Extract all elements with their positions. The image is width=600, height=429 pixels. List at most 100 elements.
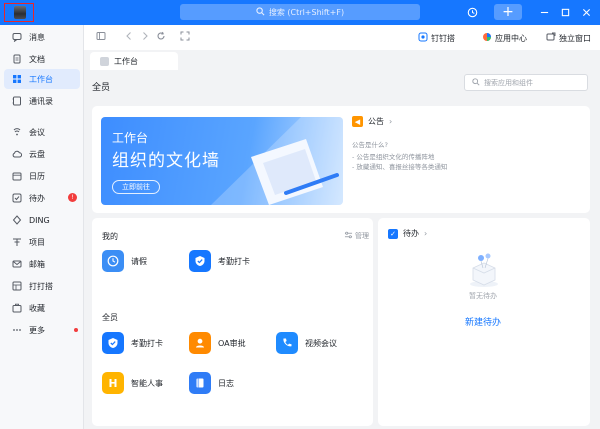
add-button[interactable]: +	[494, 4, 522, 20]
maximize-icon[interactable]	[557, 4, 573, 20]
todo-icon	[12, 193, 22, 203]
app-oa-approval[interactable]: OA审批	[189, 332, 246, 354]
plus-icon: +	[502, 4, 514, 20]
app-attendance[interactable]: 考勤打卡	[189, 250, 250, 272]
apps-card: 我的 管理 请假 考勤打卡 全员 考勤打卡 OA审批 视频会议 智能人事 日志	[92, 218, 373, 426]
notice-header[interactable]: ◀ 公告 ›	[352, 116, 392, 127]
sidebar-item-cloud[interactable]: 云盘	[4, 144, 80, 164]
all-section-title: 全员	[102, 313, 118, 322]
app-log[interactable]: 日志	[189, 372, 234, 394]
hr-icon	[102, 372, 124, 394]
sidebar-item-label: 待办	[29, 193, 45, 203]
more-dot	[74, 328, 78, 332]
go-now-button[interactable]: 立即前往	[112, 180, 160, 194]
refresh-icon[interactable]	[156, 31, 166, 44]
sidebar-item-label: 打打搭	[29, 281, 53, 291]
sidebar-item-label: 文档	[29, 54, 45, 64]
todo-badge: !	[68, 193, 77, 202]
app-label: 视频会议	[305, 338, 337, 348]
sidebar-item-label: 收藏	[29, 303, 45, 313]
chevron-right-icon: ›	[389, 117, 393, 126]
sidebar-item-favorite[interactable]: 收藏	[4, 298, 80, 318]
manage-button[interactable]: 管理	[344, 231, 369, 241]
calendar-icon	[12, 171, 22, 181]
search-icon	[472, 77, 480, 88]
app-label: 日志	[218, 378, 234, 388]
sidebar-item-label: 会议	[29, 127, 45, 137]
tab-label: 工作台	[114, 56, 138, 66]
sidebar-item-docs[interactable]: 文档	[4, 49, 80, 69]
minimize-icon[interactable]	[536, 4, 552, 20]
empty-box-illustration	[470, 253, 498, 287]
mine-section-title: 我的	[102, 232, 118, 241]
main-content: 全员 搜索应用和组件 工作台 组织的文化墙 立即前往 ◀ 公告 › 公告是什么?…	[84, 70, 600, 429]
app-leave[interactable]: 请假	[102, 250, 147, 272]
avatar	[14, 6, 26, 19]
search-icon	[256, 6, 265, 18]
app-label: 请假	[131, 256, 147, 266]
page-title: 全员	[92, 83, 111, 93]
avatar-button[interactable]	[4, 3, 34, 22]
app-video-meeting[interactable]: 视频会议	[276, 332, 337, 354]
tab-workbench[interactable]: 工作台	[90, 52, 178, 70]
tab-page-icon	[100, 56, 109, 66]
empty-todo-text: 暂无待办	[469, 292, 497, 300]
project-icon	[12, 237, 22, 247]
sidebar-item-todo[interactable]: 待办 !	[4, 188, 80, 208]
app-center-button[interactable]: 应用中心	[482, 32, 527, 44]
sidebar-item-project[interactable]: 项目	[4, 232, 80, 252]
standalone-label: 独立窗口	[559, 33, 591, 43]
global-search-input[interactable]: 搜索 (Ctrl+Shift+F)	[180, 4, 420, 20]
new-todo-button[interactable]: 新建待办	[378, 315, 588, 328]
app-attendance[interactable]: 考勤打卡	[102, 332, 163, 354]
todo-header[interactable]: ✓ 待办 ›	[388, 228, 427, 239]
cloud-icon	[12, 149, 22, 159]
pin-icon	[418, 32, 428, 44]
tab-strip: 工作台	[84, 50, 600, 70]
culture-wall-banner[interactable]: 工作台 组织的文化墙 立即前往	[101, 117, 343, 205]
app-search-placeholder: 搜索应用和组件	[484, 78, 533, 87]
sidebar-item-label: DING	[29, 215, 50, 225]
title-bar: 搜索 (Ctrl+Shift+F) +	[0, 0, 600, 25]
browser-toolbar: 钉钉搭 应用中心 独立窗口	[84, 25, 600, 50]
app-label: 考勤打卡	[218, 256, 250, 266]
todo-title: 待办	[403, 229, 419, 238]
app-smart-hr[interactable]: 智能人事	[102, 372, 163, 394]
sidebar-item-mail[interactable]: 邮箱	[4, 254, 80, 274]
forward-icon[interactable]	[140, 31, 150, 44]
sidebar-item-label: 工作台	[29, 74, 53, 84]
banner-card: 工作台 组织的文化墙 立即前往 ◀ 公告 › 公告是什么? - 公告是组织文化的…	[92, 106, 590, 213]
favorite-icon	[12, 303, 22, 313]
todo-card: ✓ 待办 › 暂无待办 新建待办	[378, 218, 590, 426]
contacts-icon	[12, 96, 22, 106]
app-search-input[interactable]: 搜索应用和组件	[464, 74, 588, 91]
sidebar-item-messages[interactable]: 消息	[4, 27, 80, 47]
notice-label: 公告	[368, 117, 384, 126]
search-placeholder: 搜索 (Ctrl+Shift+F)	[268, 7, 345, 17]
settings-icon	[344, 231, 353, 241]
doc-icon	[12, 54, 22, 64]
sidebar-item-calendar[interactable]: 日历	[4, 166, 80, 186]
meeting-icon	[12, 127, 22, 137]
sidebar-item-build[interactable]: 打打搭	[4, 276, 80, 296]
notice-question: 公告是什么?	[352, 141, 388, 149]
pin-label: 钉钉搭	[431, 33, 455, 43]
message-icon	[12, 32, 22, 42]
more-icon	[12, 325, 22, 335]
sidebar-item-ding[interactable]: DING	[4, 210, 80, 230]
sidebar-item-more[interactable]: 更多	[4, 320, 80, 340]
sidebar: 消息 文档 工作台 通讯录 会议 云盘 日历 待办 ! DING 项目 邮箱 打…	[0, 25, 84, 429]
sidebar-item-label: 邮箱	[29, 259, 45, 269]
sidebar-item-label: 通讯录	[29, 96, 53, 106]
sidebar-item-meeting[interactable]: 会议	[4, 122, 80, 142]
close-icon[interactable]	[578, 4, 594, 20]
app-center-label: 应用中心	[495, 33, 527, 43]
sidebar-item-contacts[interactable]: 通讯录	[4, 91, 80, 111]
history-icon[interactable]	[464, 4, 480, 20]
standalone-window-button[interactable]: 独立窗口	[546, 32, 591, 44]
fullscreen-icon[interactable]	[180, 31, 190, 44]
pin-button[interactable]: 钉钉搭	[418, 32, 455, 44]
back-icon[interactable]	[124, 31, 134, 44]
sidebar-item-workbench[interactable]: 工作台	[4, 69, 80, 89]
sidebar-toggle-icon[interactable]	[96, 31, 106, 44]
